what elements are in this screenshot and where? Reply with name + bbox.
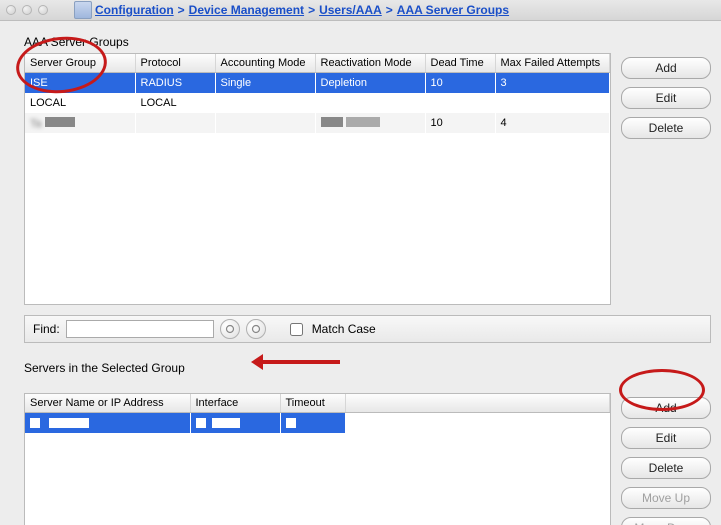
crumb-sep: > <box>382 3 397 17</box>
edit-server-button[interactable]: Edit <box>621 427 711 449</box>
cell: 10 <box>425 113 495 133</box>
cell: Single <box>215 73 315 94</box>
column-header <box>345 394 610 413</box>
cell <box>190 413 280 434</box>
match-case-checkbox[interactable] <box>290 323 303 336</box>
servers-in-group-table[interactable]: Server Name or IP AddressInterfaceTimeou… <box>24 393 611 525</box>
delete-server-button[interactable]: Delete <box>621 457 711 479</box>
window-titlebar: Configuration > Device Management > User… <box>0 0 721 21</box>
move-up-button[interactable]: Move Up <box>621 487 711 509</box>
column-header[interactable]: Timeout <box>280 394 345 413</box>
column-header[interactable]: Protocol <box>135 54 215 73</box>
crumb-sep: > <box>304 3 319 17</box>
crumb-configuration[interactable]: Configuration <box>95 3 174 17</box>
cell <box>315 113 425 133</box>
breadcrumb: Configuration > Device Management > User… <box>74 1 509 19</box>
move-down-button[interactable]: Move Down <box>621 517 711 525</box>
column-header[interactable]: Interface <box>190 394 280 413</box>
circle-icon <box>251 324 261 334</box>
zoom-icon[interactable] <box>38 5 48 15</box>
add-group-button[interactable]: Add <box>621 57 711 79</box>
cell: LOCAL <box>25 93 135 113</box>
find-label: Find: <box>33 322 60 336</box>
minimize-icon[interactable] <box>22 5 32 15</box>
add-server-button[interactable]: Add <box>621 397 711 419</box>
cell <box>215 93 315 113</box>
cell <box>345 413 610 434</box>
match-case-label: Match Case <box>312 322 376 336</box>
cell: Depletion <box>315 73 425 94</box>
column-header[interactable]: Dead Time <box>425 54 495 73</box>
column-header[interactable]: Server Name or IP Address <box>25 394 190 413</box>
column-header[interactable]: Reactivation Mode <box>315 54 425 73</box>
crumb-device-management[interactable]: Device Management <box>189 3 304 17</box>
cell <box>25 413 190 434</box>
table-row[interactable]: LOCALLOCAL <box>25 93 610 113</box>
find-prev-button[interactable] <box>220 319 240 339</box>
cell <box>215 113 315 133</box>
redacted-text: Ta <box>30 118 42 130</box>
column-header[interactable]: Max Failed Attempts <box>495 54 610 73</box>
table-row[interactable]: ISERADIUSSingleDepletion103 <box>25 73 610 94</box>
column-header[interactable]: Server Group <box>25 54 135 73</box>
home-icon[interactable] <box>74 1 92 19</box>
crumb-sep: > <box>174 3 189 17</box>
cell <box>425 93 495 113</box>
cell: ISE <box>25 73 135 94</box>
cell <box>280 413 345 434</box>
table-row[interactable] <box>25 413 610 434</box>
cell <box>315 93 425 113</box>
section-title-servers: Servers in the Selected Group <box>24 361 711 375</box>
cell: 3 <box>495 73 610 94</box>
crumb-users-aaa[interactable]: Users/AAA <box>319 3 382 17</box>
table-row[interactable]: Ta 104 <box>25 113 610 133</box>
redacted-bar <box>321 117 343 127</box>
cell <box>495 93 610 113</box>
server-groups-table[interactable]: Server GroupProtocolAccounting ModeReact… <box>24 53 611 305</box>
redacted-bar <box>45 117 75 127</box>
section-title-groups: AAA Server Groups <box>24 35 711 49</box>
cell <box>135 113 215 133</box>
circle-icon <box>225 324 235 334</box>
close-icon[interactable] <box>6 5 16 15</box>
cell: RADIUS <box>135 73 215 94</box>
cell: LOCAL <box>135 93 215 113</box>
redacted-bar <box>346 117 380 127</box>
edit-group-button[interactable]: Edit <box>621 87 711 109</box>
cell: 4 <box>495 113 610 133</box>
delete-group-button[interactable]: Delete <box>621 117 711 139</box>
cell: 10 <box>425 73 495 94</box>
find-bar: Find: Match Case <box>24 315 711 343</box>
find-input[interactable] <box>66 320 214 338</box>
column-header[interactable]: Accounting Mode <box>215 54 315 73</box>
crumb-aaa-server-groups[interactable]: AAA Server Groups <box>397 3 509 17</box>
cell: Ta <box>25 113 135 133</box>
find-next-button[interactable] <box>246 319 266 339</box>
